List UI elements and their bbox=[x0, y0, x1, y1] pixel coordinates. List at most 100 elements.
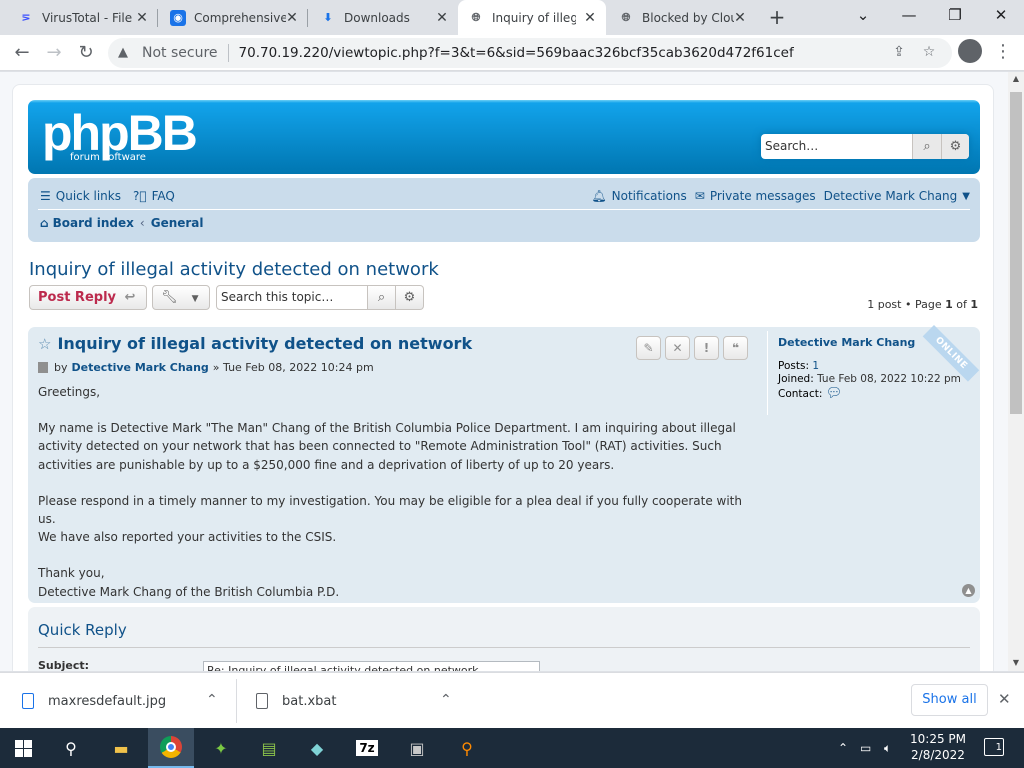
tab-downloads[interactable]: ⬇ Downloads ✕ bbox=[310, 0, 458, 35]
profile-avatar-icon[interactable] bbox=[958, 39, 982, 63]
forward-icon[interactable]: → bbox=[40, 39, 68, 67]
back-to-top-icon[interactable]: ▲ bbox=[962, 584, 975, 597]
network-icon[interactable]: ▭ bbox=[860, 728, 871, 768]
url-text[interactable]: 70.70.19.220/viewtopic.php?f=3&t=6&sid=5… bbox=[239, 45, 794, 61]
tray-chevron-up-icon[interactable]: ⌃ bbox=[838, 728, 848, 768]
delete-x-icon[interactable]: ✕ bbox=[665, 336, 690, 360]
omnibox[interactable]: ▲ Not secure 70.70.19.220/viewtopic.php?… bbox=[108, 38, 952, 68]
menu-icon[interactable]: ⋮ bbox=[994, 41, 1012, 62]
chrome-icon[interactable] bbox=[148, 728, 194, 768]
close-tab-icon[interactable]: ✕ bbox=[434, 10, 450, 26]
joined-label: Joined: bbox=[778, 373, 814, 385]
close-shelf-icon[interactable]: ✕ bbox=[998, 690, 1011, 708]
topic-title[interactable]: Inquiry of illegal activity detected on … bbox=[29, 259, 439, 280]
faq-link[interactable]: ?⃝ FAQ bbox=[133, 189, 175, 203]
magnifier-icon[interactable]: ⚲ bbox=[444, 728, 490, 768]
breadcrumb-board-index[interactable]: Board index bbox=[53, 216, 134, 230]
tab-blocked[interactable]: 🌐︎ Blocked by Clou ✕ bbox=[608, 0, 756, 35]
chevron-up-icon[interactable]: ⌃ bbox=[206, 692, 218, 708]
quick-reply-divider bbox=[38, 647, 970, 648]
page-scrollbar[interactable]: ▲ ▼ bbox=[1008, 72, 1024, 671]
notification-center-icon[interactable]: 1 bbox=[984, 738, 1004, 756]
bookmark-star-icon[interactable]: ☆ bbox=[920, 44, 938, 62]
phpbb-logo[interactable]: phpBB forum software bbox=[42, 105, 198, 163]
advanced-search-gear-icon[interactable]: ⚙ bbox=[941, 134, 969, 159]
share-icon[interactable]: ⇪ bbox=[890, 44, 908, 62]
private-messages-link[interactable]: ✉ Private messages bbox=[695, 189, 816, 203]
subject-input[interactable]: Re: Inquiry of illegal activity detected… bbox=[203, 661, 540, 671]
topic-tools-button[interactable]: 🔧︎ ▼ bbox=[152, 285, 210, 310]
download-filename: bat.xbat bbox=[282, 693, 337, 709]
tab-search-icon[interactable]: ⌄ bbox=[840, 0, 886, 32]
search-input[interactable]: Search… bbox=[761, 134, 913, 159]
reload-icon[interactable]: ↻ bbox=[72, 39, 100, 67]
app-icon[interactable]: ✦ bbox=[198, 728, 244, 768]
address-bar: ← → ↻ ▲ Not secure 70.70.19.220/viewtopi… bbox=[0, 35, 1024, 71]
close-window-button[interactable]: ✕ bbox=[978, 0, 1024, 32]
show-all-button[interactable]: Show all bbox=[911, 684, 988, 716]
topic-search-input[interactable]: Search this topic… bbox=[216, 285, 368, 310]
scrollbar-thumb[interactable] bbox=[1010, 92, 1022, 414]
download-separator bbox=[236, 679, 237, 723]
close-tab-icon[interactable]: ✕ bbox=[134, 10, 150, 26]
post-reply-button[interactable]: Post Reply ↩ bbox=[29, 285, 147, 310]
app-icon[interactable]: ◆ bbox=[294, 728, 340, 768]
7zip-icon[interactable]: 7z bbox=[344, 728, 390, 768]
file-explorer-icon[interactable]: ▬ bbox=[98, 728, 144, 768]
user-menu[interactable]: Detective Mark Chang ▼ bbox=[824, 189, 970, 203]
tab-title: Blocked by Clou bbox=[642, 10, 734, 25]
scroll-down-icon[interactable]: ▼ bbox=[1008, 656, 1024, 670]
back-icon[interactable]: ← bbox=[8, 39, 36, 67]
scroll-up-icon[interactable]: ▲ bbox=[1008, 72, 1024, 86]
tab-separator bbox=[157, 9, 158, 27]
restore-button[interactable]: ❐ bbox=[932, 0, 978, 32]
shield-location-icon: ◉ bbox=[170, 9, 186, 26]
pagination-prefix: 1 post • Page bbox=[867, 298, 946, 311]
speech-bubble-icon[interactable]: 💬︎ bbox=[826, 386, 843, 401]
notifications-label: Notifications bbox=[611, 189, 687, 203]
star-outline-icon[interactable]: ☆ bbox=[38, 335, 51, 353]
start-icon[interactable] bbox=[0, 728, 46, 768]
breadcrumb-general[interactable]: General bbox=[151, 216, 204, 230]
post-title[interactable]: Inquiry of illegal activity detected on … bbox=[57, 334, 472, 353]
edit-pencil-icon[interactable]: ✎ bbox=[636, 336, 661, 360]
search-icon[interactable]: ⌕ bbox=[368, 285, 396, 310]
close-tab-icon[interactable]: ✕ bbox=[732, 10, 748, 26]
notifications-link[interactable]: 🔔︎ Notifications bbox=[591, 189, 686, 203]
posts-label: Posts: bbox=[778, 360, 809, 372]
caret-down-icon: ▼ bbox=[962, 190, 970, 202]
report-exclamation-icon[interactable]: ! bbox=[694, 336, 719, 360]
posts-count-link[interactable]: 1 bbox=[812, 360, 819, 372]
close-tab-icon[interactable]: ✕ bbox=[284, 10, 300, 26]
not-secure-label[interactable]: Not secure bbox=[142, 45, 218, 61]
download-item[interactable]: maxresdefault.jpg ⌃ bbox=[22, 673, 232, 729]
app-icon[interactable]: ▣ bbox=[394, 728, 440, 768]
close-tab-icon[interactable]: ✕ bbox=[582, 10, 598, 26]
chevron-up-icon[interactable]: ⌃ bbox=[440, 692, 452, 708]
post-paragraph: Please respond in a timely manner to my … bbox=[38, 493, 742, 545]
quote-icon[interactable]: ❝ bbox=[723, 336, 748, 360]
post-file-icon[interactable] bbox=[38, 362, 48, 373]
logo-text: phpBB bbox=[42, 105, 198, 161]
search-icon[interactable]: ⚲ bbox=[48, 728, 94, 768]
profile-contact: Contact: 💬︎ bbox=[778, 386, 972, 401]
post-author-link[interactable]: Detective Mark Chang bbox=[72, 361, 209, 374]
download-item[interactable]: bat.xbat ⌃ bbox=[256, 673, 466, 729]
globe-icon: 🌐︎ bbox=[471, 10, 481, 24]
caret-down-icon: ▼ bbox=[191, 294, 199, 304]
omnibox-separator bbox=[227, 44, 229, 62]
tab-inquiry[interactable]: 🌐︎ Inquiry of illegal ✕ bbox=[458, 0, 606, 35]
volume-muted-icon[interactable]: 🔈︎ bbox=[884, 728, 891, 768]
tab-comprehensive[interactable]: ◉ Comprehensive ✕ bbox=[160, 0, 308, 35]
warning-icon[interactable]: ▲ bbox=[118, 46, 134, 60]
tab-title: Downloads bbox=[344, 10, 410, 25]
minimize-button[interactable]: — bbox=[886, 0, 932, 32]
advanced-search-gear-icon[interactable]: ⚙ bbox=[396, 285, 424, 310]
quick-links-menu[interactable]: ☰ Quick links bbox=[40, 189, 121, 203]
tab-virustotal[interactable]: ⋝ VirusTotal - File ✕ bbox=[8, 0, 158, 35]
search-icon[interactable]: ⌕ bbox=[913, 134, 941, 159]
clock[interactable]: 10:25 PM 2/8/2022 bbox=[902, 731, 974, 763]
notepad-icon[interactable]: ▤ bbox=[246, 728, 292, 768]
virustotal-icon: ⋝ bbox=[21, 11, 31, 24]
new-tab-button[interactable]: + bbox=[764, 5, 790, 31]
